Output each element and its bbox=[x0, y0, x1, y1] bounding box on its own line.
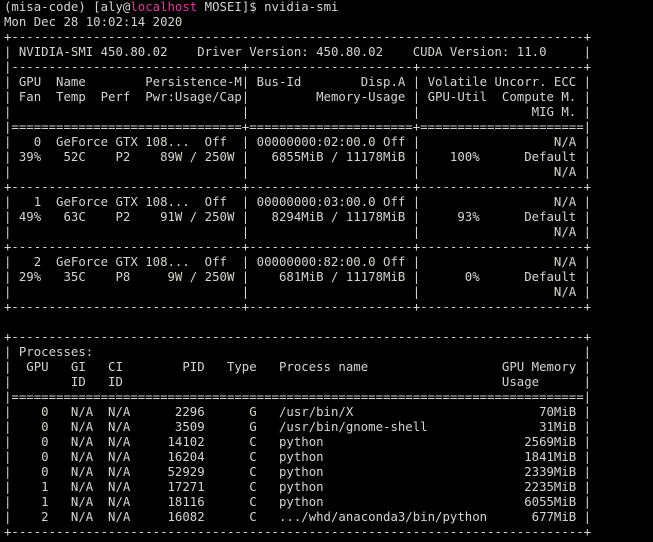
output-line: |===============================+=======… bbox=[4, 120, 592, 134]
prompt-line: (misa-code) [aly@localhost MOSEI]$ nvidi… bbox=[4, 0, 653, 15]
output-line: | ID ID Usage | bbox=[4, 375, 592, 389]
output-line: | 1 N/A N/A 17271 C python 2235MiB | bbox=[4, 480, 592, 494]
output-line: | | | N/A | bbox=[4, 165, 592, 179]
output-line: | 49% 63C P2 91W / 250W | 8294MiB / 1117… bbox=[4, 210, 592, 224]
output-line: | | | N/A | bbox=[4, 225, 592, 239]
output-line: +---------------------------------------… bbox=[4, 525, 592, 539]
output-line: | 0 N/A N/A 16204 C python 1841MiB | bbox=[4, 450, 592, 464]
output-line: | 0 N/A N/A 52929 C python 2339MiB | bbox=[4, 465, 592, 479]
output-line: | | | MIG M. | bbox=[4, 105, 592, 119]
output-line: | Fan Temp Perf Pwr:Usage/Cap| Memory-Us… bbox=[4, 90, 592, 104]
output-line: |=======================================… bbox=[4, 390, 592, 404]
output-line: | 0 GeForce GTX 108... Off | 00000000:02… bbox=[4, 135, 592, 149]
output-line: | 39% 52C P2 89W / 250W | 6855MiB / 1117… bbox=[4, 150, 592, 164]
output-line: +-------------------------------+-------… bbox=[4, 240, 592, 254]
output-line: | 2 N/A N/A 16082 C .../whd/anaconda3/bi… bbox=[4, 510, 592, 524]
output-line: +-------------------------------+-------… bbox=[4, 300, 592, 314]
output-line: | NVIDIA-SMI 450.80.02 Driver Version: 4… bbox=[4, 45, 592, 59]
prompt-path: MOSEI]$ bbox=[197, 0, 265, 14]
output-line: | 29% 35C P8 9W / 250W | 681MiB / 11178M… bbox=[4, 270, 592, 284]
output-line: | 2 GeForce GTX 108... Off | 00000000:82… bbox=[4, 255, 592, 269]
timestamp-line: Mon Dec 28 10:02:14 2020 bbox=[4, 15, 183, 29]
prompt-env: (misa-code) [aly@ bbox=[4, 0, 131, 14]
output-line: | GPU Name Persistence-M| Bus-Id Disp.A … bbox=[4, 75, 592, 89]
output-line: | GPU GI CI PID Type Process name GPU Me… bbox=[4, 360, 592, 374]
nvidia-smi-output: +---------------------------------------… bbox=[4, 30, 653, 540]
output-line: |-------------------------------+-------… bbox=[4, 60, 592, 74]
output-line: +---------------------------------------… bbox=[4, 30, 592, 44]
terminal-window[interactable]: (misa-code) [aly@localhost MOSEI]$ nvidi… bbox=[4, 0, 653, 542]
output-line: | | | N/A | bbox=[4, 285, 592, 299]
output-line: | 0 N/A N/A 3509 G /usr/bin/gnome-shell … bbox=[4, 420, 592, 434]
output-line: | 0 N/A N/A 2296 G /usr/bin/X 70MiB | bbox=[4, 405, 592, 419]
prompt-host: localhost bbox=[130, 0, 198, 14]
output-line: | 0 N/A N/A 14102 C python 2569MiB | bbox=[4, 435, 592, 449]
output-line: +-------------------------------+-------… bbox=[4, 180, 592, 194]
output-line: | 1 GeForce GTX 108... Off | 00000000:03… bbox=[4, 195, 592, 209]
output-line: | Processes: | bbox=[4, 345, 592, 359]
command-text: nvidia-smi bbox=[264, 0, 339, 14]
output-line: +---------------------------------------… bbox=[4, 330, 592, 344]
output-line: | 1 N/A N/A 18116 C python 6055MiB | bbox=[4, 495, 592, 509]
